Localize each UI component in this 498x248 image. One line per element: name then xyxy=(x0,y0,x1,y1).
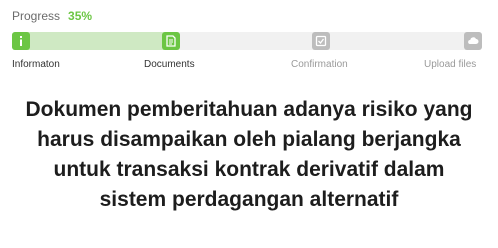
info-icon xyxy=(15,35,27,47)
progress-percent: 35% xyxy=(68,9,93,23)
step-information[interactable] xyxy=(12,32,30,50)
step-upload-files[interactable] xyxy=(464,32,482,50)
step-label-upload-files: Upload files xyxy=(424,59,477,70)
step-label-documents: Documents xyxy=(144,59,195,70)
document-title: Dokumen pemberitahuan adanya risiko yang… xyxy=(25,98,473,211)
upload-icon xyxy=(467,35,479,47)
step-labels: Informaton Documents Confirmation Upload… xyxy=(12,59,482,73)
step-documents[interactable] xyxy=(162,32,180,50)
progress-header: Progress 35% xyxy=(12,9,92,23)
progress-fill xyxy=(12,32,177,50)
step-confirmation[interactable] xyxy=(312,32,330,50)
step-label-confirmation: Confirmation xyxy=(291,59,348,70)
document-icon xyxy=(165,35,177,47)
progress-track xyxy=(12,32,482,50)
progress-label: Progress xyxy=(12,9,61,23)
confirmation-icon xyxy=(315,35,327,47)
step-label-information: Informaton xyxy=(12,59,60,70)
